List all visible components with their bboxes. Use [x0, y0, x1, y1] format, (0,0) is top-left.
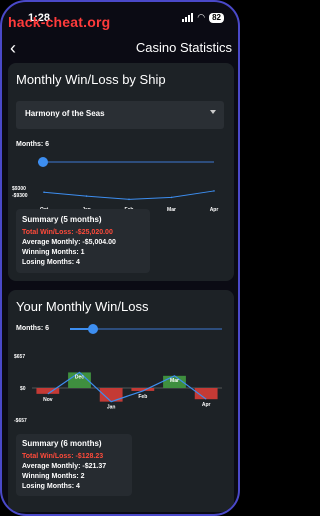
- my-card-title: Your Monthly Win/Loss: [16, 299, 149, 314]
- y-tick-label: -$657: [14, 418, 27, 424]
- status-icons: ◠ 82: [182, 12, 224, 23]
- my-summary-title: Summary (6 months): [22, 439, 102, 448]
- ship-months-slider-track[interactable]: [38, 161, 214, 163]
- ship-summary-average: Average Monthly: -$5,004.00: [22, 239, 116, 246]
- y-tick-label: -$9300: [12, 193, 28, 199]
- ship-months-slider-thumb[interactable]: [38, 157, 48, 167]
- data-point: [128, 198, 130, 201]
- my-summary-total: Total Win/Loss: -$128.23: [22, 453, 104, 460]
- my-summary-winning: Winning Months: 2: [22, 473, 85, 480]
- ship-summary-winning: Winning Months: 1: [22, 249, 85, 256]
- my-months-slider-thumb[interactable]: [88, 324, 98, 334]
- bar-label: Nov: [43, 397, 53, 403]
- ship-summary-losing: Losing Months: 4: [22, 259, 80, 266]
- bar-label: Feb: [138, 394, 147, 400]
- status-bar: 1:28 hack-cheat.org ◠ 82: [2, 10, 238, 30]
- app-frame: 1:28 hack-cheat.org ◠ 82 ‹ Casino Statis…: [0, 0, 240, 516]
- my-summary-losing: Losing Months: 4: [22, 483, 80, 490]
- bar-label: Mar: [170, 378, 179, 384]
- ship-summary-title: Summary (5 months): [22, 215, 102, 224]
- nav-bar: ‹ Casino Statistics: [2, 38, 238, 60]
- series-line: [43, 190, 215, 200]
- my-winloss-card: Your Monthly Win/Loss Months: 6 $657 $0 -$…: [8, 290, 234, 512]
- data-point: [85, 195, 88, 197]
- ship-winloss-card: Monthly Win/Loss by Ship Harmony of the …: [8, 63, 234, 281]
- x-tick-label: Apr: [210, 207, 219, 213]
- my-summary-box: Summary (6 months) Total Win/Loss: -$128…: [16, 434, 132, 496]
- bar-label: Dec: [75, 374, 84, 380]
- page-title: Casino Statistics: [135, 40, 232, 55]
- ship-summary-box: Summary (5 months) Total Win/Loss: -$25,…: [16, 209, 150, 273]
- watermark: hack-cheat.org: [8, 14, 111, 30]
- data-point: [43, 191, 45, 194]
- y-tick-label: $0: [20, 386, 26, 392]
- ship-dropdown-value: Harmony of the Seas: [25, 109, 105, 118]
- bar-label: Jan: [107, 405, 116, 411]
- my-summary-average: Average Monthly: -$21.37: [22, 463, 107, 470]
- data-point: [213, 190, 215, 192]
- x-tick-label: Mar: [167, 207, 176, 213]
- signal-icon: [182, 13, 194, 22]
- ship-card-title: Monthly Win/Loss by Ship: [16, 72, 166, 87]
- data-point: [170, 196, 173, 199]
- bar-label: Apr: [202, 402, 211, 408]
- ship-dropdown[interactable]: Harmony of the Seas: [16, 101, 224, 129]
- my-months-label: Months: 6: [16, 325, 50, 332]
- my-bar-chart-svg: $657 $0 -$657 Nov Dec Jan Feb Mar Apr: [14, 354, 222, 424]
- wifi-icon: ◠: [197, 12, 206, 22]
- y-tick-label: $657: [14, 354, 25, 360]
- y-tick-label: $9300: [12, 186, 26, 192]
- chevron-down-icon: [210, 110, 216, 114]
- back-chevron-icon[interactable]: ‹: [10, 38, 16, 58]
- ship-summary-total: Total Win/Loss: -$25,020.00: [22, 229, 113, 236]
- ship-months-label: Months: 6: [16, 141, 50, 148]
- battery-icon: 82: [209, 12, 224, 23]
